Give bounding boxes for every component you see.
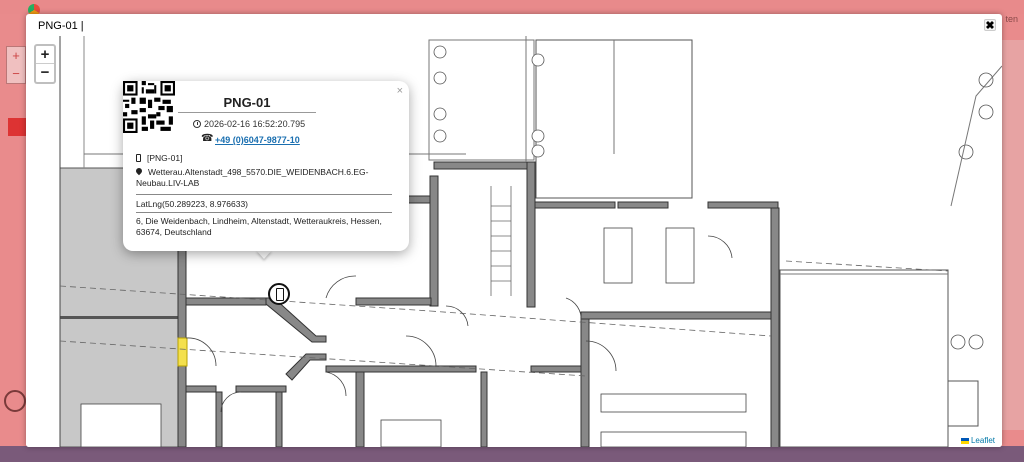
background-right-panel — [1002, 40, 1024, 430]
device-marker-icon[interactable] — [268, 283, 290, 305]
background-toolbar-icon — [8, 118, 26, 136]
popup-title-divider — [178, 112, 316, 113]
map-zoom-control: + − — [34, 44, 56, 84]
map-attribution: Leaflet — [957, 436, 998, 445]
qr-code — [123, 81, 175, 133]
zoom-in-button[interactable]: + — [36, 46, 54, 64]
ukraine-flag-icon — [960, 437, 969, 444]
background-zoom-in: + — [12, 48, 20, 63]
clock-icon — [193, 120, 201, 128]
popup-device-id-row: [PNG-01] — [136, 153, 182, 164]
background-zoom-control: + − — [6, 46, 26, 84]
phone-icon: ☎ — [201, 133, 214, 144]
background-circle-icon — [4, 390, 26, 412]
popup-divider — [136, 212, 392, 213]
device-modal: PNG-01 | ✖ + − × PNG-01 2026-02-16 16:52… — [26, 14, 1002, 447]
popup-latlng: LatLng(50.289223, 8.976633) — [136, 199, 249, 209]
popup-location-row: Wetterau.Altenstadt_498_5570.DIE_WEIDENB… — [136, 167, 392, 189]
location-text: Wetterau.Altenstadt_498_5570.DIE_WEIDENB… — [136, 167, 369, 188]
popup-device-name: PNG-01 — [223, 95, 271, 110]
popup-address: 6, Die Weidenbach, Lindheim, Altenstadt,… — [136, 216, 382, 237]
background-topbar — [0, 0, 1024, 14]
mobile-small-icon — [136, 154, 141, 162]
modal-header: PNG-01 | ✖ — [26, 14, 1002, 36]
phone-link[interactable]: +49 (0)6047-9877-10 — [215, 135, 300, 145]
device-id-text: [PNG-01] — [147, 153, 183, 163]
background-footer — [0, 446, 1024, 462]
floorplan-map[interactable]: + − × PNG-01 2026-02-16 16:52:20.795 ☎ +… — [26, 36, 1002, 447]
popup-tip — [256, 250, 272, 259]
map-pin-icon — [136, 168, 142, 176]
popup-divider — [136, 194, 392, 195]
background-header-text: ten — [1005, 14, 1018, 24]
timestamp-text: 2026-02-16 16:52:20.795 — [204, 119, 306, 129]
popup-close-button[interactable]: × — [397, 85, 403, 97]
leaflet-link[interactable]: Leaflet — [971, 436, 995, 445]
zoom-out-button[interactable]: − — [36, 64, 54, 82]
device-popup: × PNG-01 2026-02-16 16:52:20.795 ☎ +49 (… — [123, 81, 409, 251]
background-zoom-out: − — [12, 66, 20, 81]
popup-timestamp: 2026-02-16 16:52:20.795 — [193, 119, 305, 129]
modal-title: PNG-01 | — [38, 20, 84, 32]
modal-close-button[interactable]: ✖ — [984, 19, 996, 32]
